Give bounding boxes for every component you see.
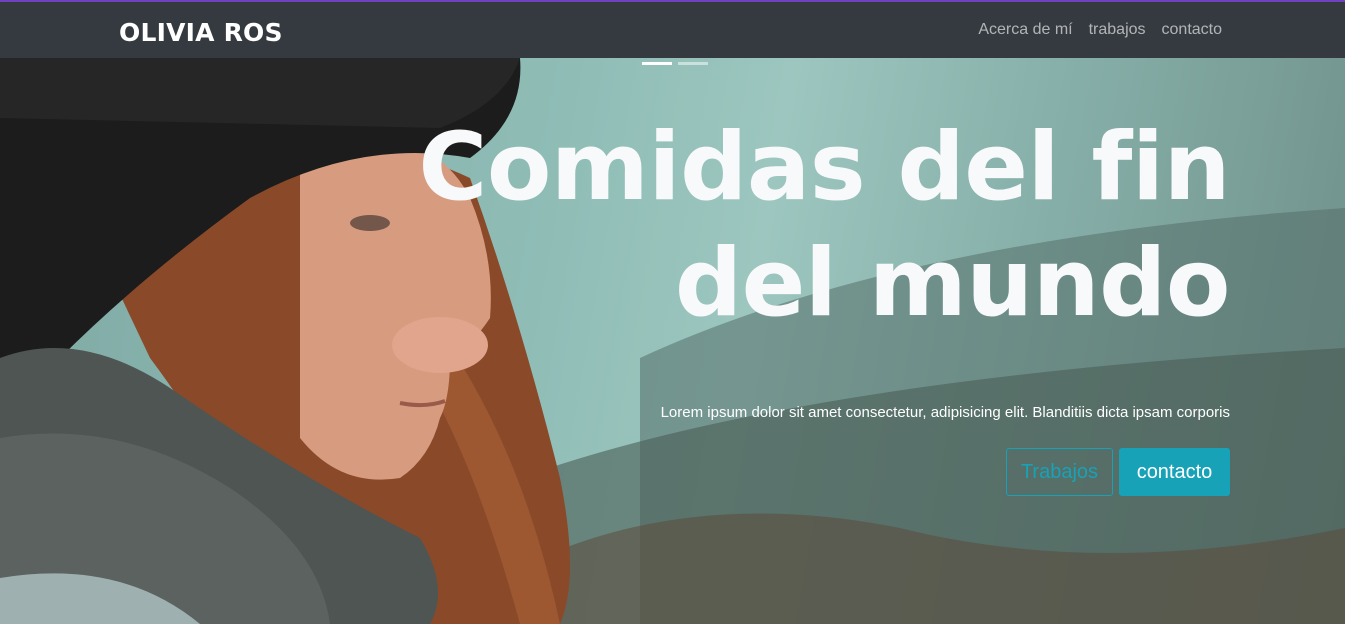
- nav-link-trabajos[interactable]: trabajos: [1089, 21, 1146, 39]
- hero-buttons: Trabajos contacto: [1006, 448, 1230, 496]
- hero-lead-text: Lorem ipsum dolor sit amet consectetur, …: [660, 404, 1230, 421]
- navbar: OLIVIA ROS Acerca de mí trabajos contact…: [0, 2, 1345, 58]
- carousel-indicator-2[interactable]: [678, 62, 708, 65]
- nav-link-contacto[interactable]: contacto: [1162, 21, 1222, 39]
- carousel-indicator-1[interactable]: [642, 62, 672, 65]
- hero-caption: Comidas del fin del mundo Lorem ipsum do…: [330, 110, 1230, 421]
- contacto-button[interactable]: contacto: [1119, 448, 1230, 496]
- brand-logo[interactable]: OLIVIA ROS: [119, 18, 283, 47]
- nav-links: Acerca de mí trabajos contacto: [978, 21, 1222, 39]
- hero-carousel: Comidas del fin del mundo Lorem ipsum do…: [0, 58, 1345, 624]
- trabajos-button[interactable]: Trabajos: [1006, 448, 1113, 496]
- carousel-indicators: [642, 62, 708, 65]
- nav-link-acerca[interactable]: Acerca de mí: [978, 21, 1072, 39]
- hero-title: Comidas del fin del mundo: [418, 113, 1230, 338]
